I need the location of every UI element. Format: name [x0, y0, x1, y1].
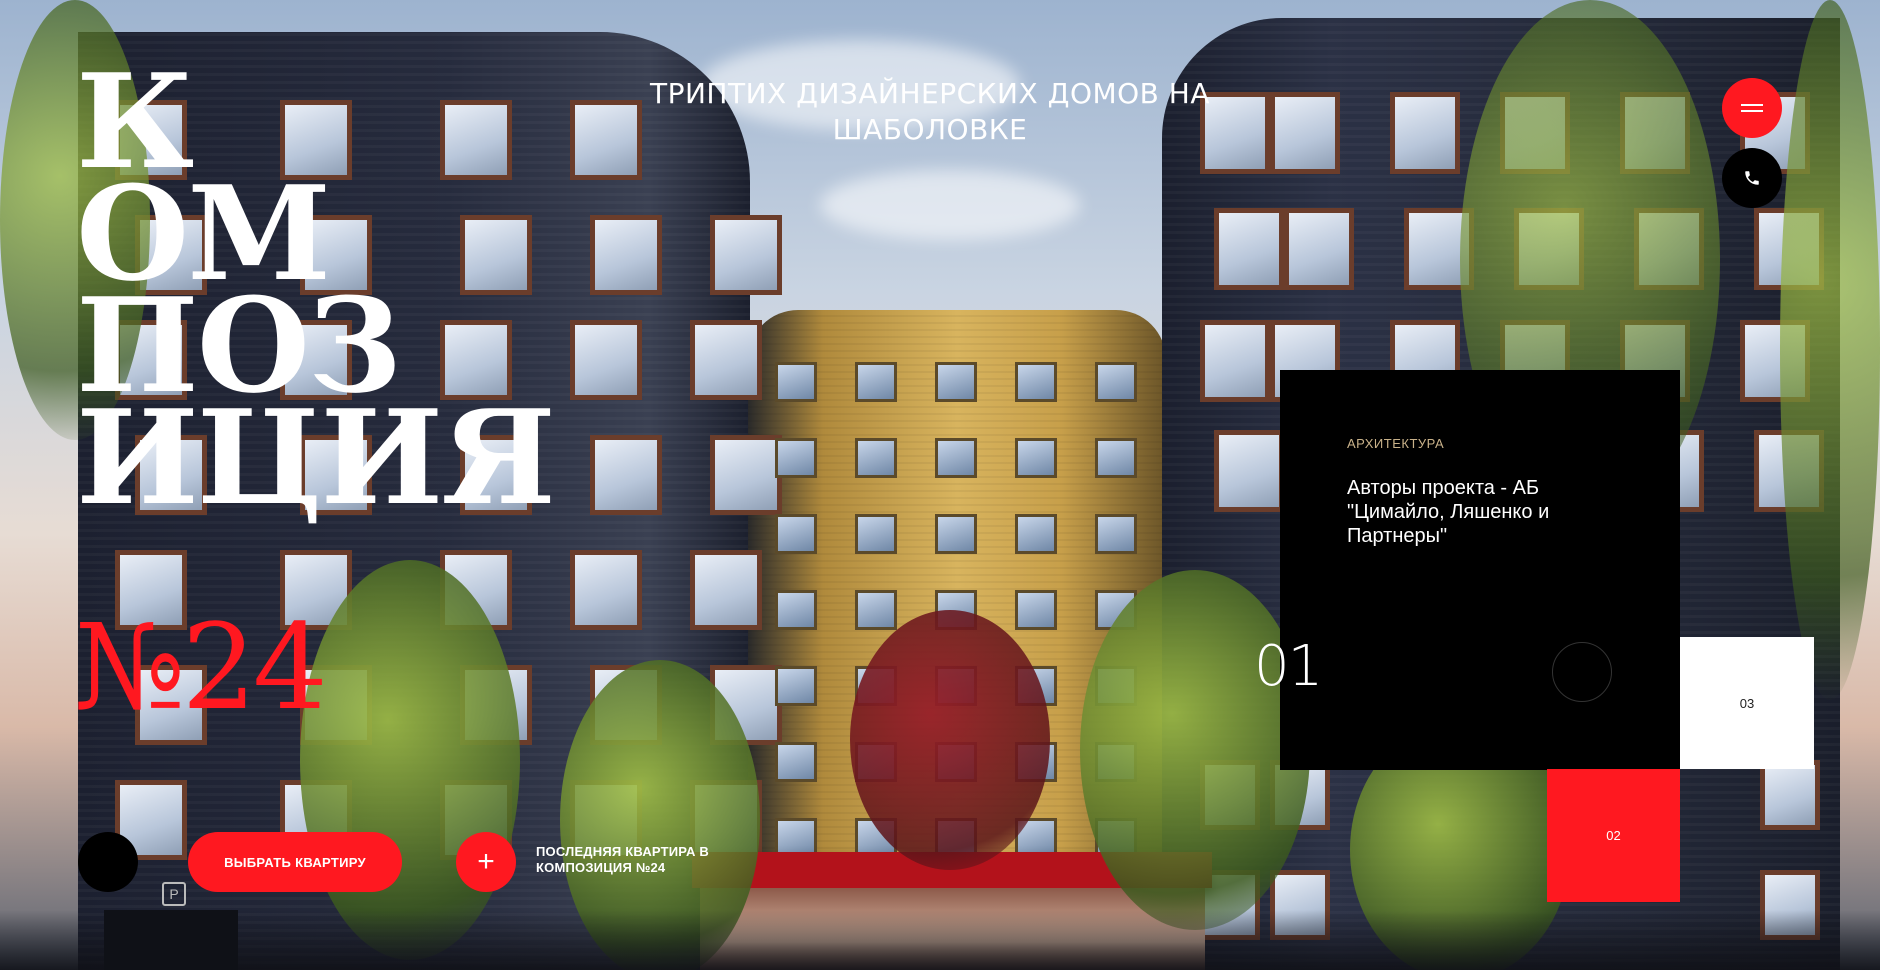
info-card-label: АРХИТЕКТУРА — [1347, 436, 1445, 451]
tree-foliage — [1080, 570, 1310, 930]
window — [1214, 430, 1284, 512]
window — [1095, 362, 1137, 402]
tree-foliage — [850, 610, 1050, 870]
window — [1015, 362, 1057, 402]
window — [1015, 590, 1057, 630]
window — [855, 438, 897, 478]
cloud — [820, 170, 1080, 240]
slide-tile-02[interactable]: 02 — [1547, 769, 1680, 902]
window — [570, 320, 642, 400]
phone-button[interactable] — [1722, 148, 1782, 208]
window — [570, 550, 642, 630]
window — [1760, 760, 1820, 830]
window — [935, 514, 977, 554]
window — [775, 514, 817, 554]
window — [1270, 92, 1340, 174]
plus-icon: + — [477, 845, 495, 878]
window — [710, 435, 782, 515]
brand-number: №24 — [74, 598, 328, 736]
menu-icon — [1741, 104, 1763, 112]
menu-button[interactable] — [1722, 78, 1782, 138]
tagline: ТРИПТИХ ДИЗАЙНЕРСКИХ ДОМОВ НА ШАБОЛОВКЕ — [649, 77, 1210, 146]
window — [690, 550, 762, 630]
phone-icon — [1745, 171, 1759, 185]
window — [855, 590, 897, 630]
window — [1284, 208, 1354, 290]
info-card-text: Авторы проекта - АБ "Цимайло, Ляшенко и … — [1347, 477, 1550, 547]
slide-tile-03[interactable]: 03 — [1680, 637, 1814, 769]
dark-block — [104, 910, 238, 970]
window — [855, 362, 897, 402]
slider-next-ring[interactable] — [1552, 642, 1612, 702]
choose-apartment-button[interactable]: ВЫБРАТЬ КВАРТИРУ — [188, 832, 402, 892]
tree-foliage — [300, 560, 520, 960]
parking-sign: P — [162, 882, 186, 906]
last-apartment-text[interactable]: ПОСЛЕДНЯЯ КВАРТИРА В КОМПОЗИЦИЯ №24 — [536, 844, 736, 876]
window — [775, 590, 817, 630]
window — [1095, 514, 1137, 554]
window — [775, 438, 817, 478]
window — [690, 320, 762, 400]
tree-foliage — [1780, 0, 1880, 700]
window — [855, 514, 897, 554]
window — [775, 742, 817, 782]
last-apartment-button[interactable]: + — [456, 832, 516, 892]
round-indicator — [78, 832, 138, 892]
window — [935, 438, 977, 478]
window — [1095, 438, 1137, 478]
window — [1015, 514, 1057, 554]
window — [1214, 208, 1284, 290]
street — [0, 910, 1880, 970]
window — [590, 435, 662, 515]
brand-title: К ОМ ПОЗ ИЦИЯ — [76, 45, 556, 534]
window — [775, 362, 817, 402]
window — [775, 666, 817, 706]
info-card: АРХИТЕКТУРА Авторы проекта - АБ "Цимайло… — [1280, 370, 1680, 770]
window — [1390, 92, 1460, 174]
window — [1200, 320, 1270, 402]
window — [935, 362, 977, 402]
window — [1015, 438, 1057, 478]
window — [710, 215, 782, 295]
window — [590, 215, 662, 295]
slide-number: 01 — [1254, 634, 1323, 699]
